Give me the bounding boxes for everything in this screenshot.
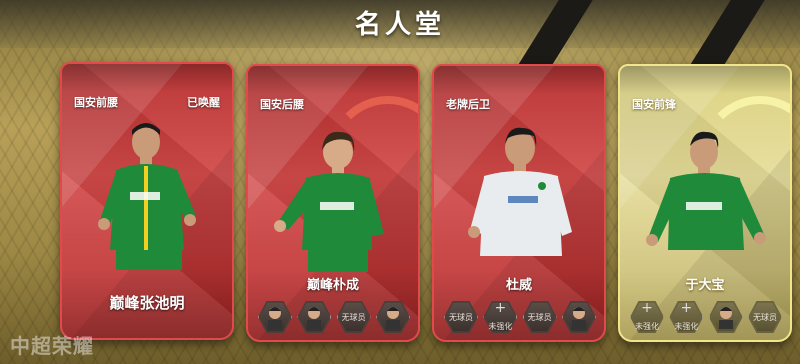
card-position: 国安前锋 [632, 98, 676, 111]
enhance-slot[interactable] [708, 300, 743, 334]
enhance-slot[interactable]: 无球员 [444, 300, 478, 334]
player-portrait-icon [268, 307, 282, 329]
card-position: 老牌后卫 [446, 98, 490, 111]
player-portrait-icon [385, 307, 400, 329]
enhance-slot[interactable]: + 未强化 [483, 299, 518, 334]
card-crown [434, 66, 604, 94]
card-crown [248, 66, 418, 94]
player-portrait-icon [718, 307, 733, 329]
enhance-slot[interactable] [561, 300, 596, 334]
hall-of-fame-card-1[interactable]: 国安前腰 已唤醒 巅峰张池明 [60, 62, 234, 340]
slot-label: 无球员 [527, 312, 552, 322]
player-name: 巅峰朴成 [306, 278, 359, 293]
slot-label: 无球员 [752, 312, 777, 322]
enhance-slot[interactable]: 无球员 [747, 300, 782, 334]
enhance-slot[interactable]: + 未强化 [630, 300, 664, 334]
hall-of-fame-card-3[interactable]: 老牌后卫 杜威 无球员 + 未强化 无球员 [432, 64, 606, 342]
card-position: 国安后腰 [260, 98, 304, 111]
slot-label: 未强化 [635, 321, 659, 331]
enhance-slots: + 未强化 + 未强化 无球员 [626, 300, 786, 340]
plus-icon: + [680, 299, 693, 316]
plus-icon: + [494, 299, 507, 316]
player-portrait-icon [307, 307, 322, 329]
hall-of-fame-card-4[interactable]: 国安前锋 于大宝 + 未强化 + 未强化 无球员 [618, 64, 792, 342]
game-watermark: 中超荣耀 [10, 334, 94, 358]
slot-label: 未强化 [488, 321, 513, 331]
player-portrait [646, 131, 766, 250]
player-name: 于大宝 [685, 278, 725, 293]
enhance-slot[interactable] [375, 300, 410, 334]
card-position: 国安前腰 [74, 96, 118, 109]
player-portrait [468, 127, 572, 256]
plus-icon: + [641, 299, 653, 316]
enhance-slot[interactable]: 无球员 [522, 300, 557, 334]
slot-label: 未强化 [674, 321, 699, 331]
enhance-slot[interactable] [258, 300, 292, 334]
card-crown [62, 64, 232, 92]
enhance-slots: 无球员 + 未强化 无球员 [440, 300, 600, 340]
hall-of-fame-card-2[interactable]: 国安后腰 巅峰朴成 无球员 [246, 64, 420, 342]
player-name: 杜威 [505, 278, 532, 293]
player-portrait-icon [571, 307, 586, 329]
enhance-slot[interactable] [297, 300, 332, 334]
enhance-slot[interactable]: 无球员 [336, 300, 371, 334]
page-title: 名人堂 [354, 10, 445, 40]
player-portrait [274, 131, 384, 272]
enhance-slot[interactable]: + 未强化 [669, 299, 704, 334]
card-status-badge: 已唤醒 [187, 96, 220, 109]
card-crown [620, 66, 790, 94]
player-name: 巅峰张池明 [109, 294, 185, 312]
enhance-slots: 无球员 [254, 300, 414, 340]
slot-label: 无球员 [449, 312, 473, 322]
player-portrait [98, 123, 196, 270]
slot-label: 无球员 [341, 312, 366, 322]
